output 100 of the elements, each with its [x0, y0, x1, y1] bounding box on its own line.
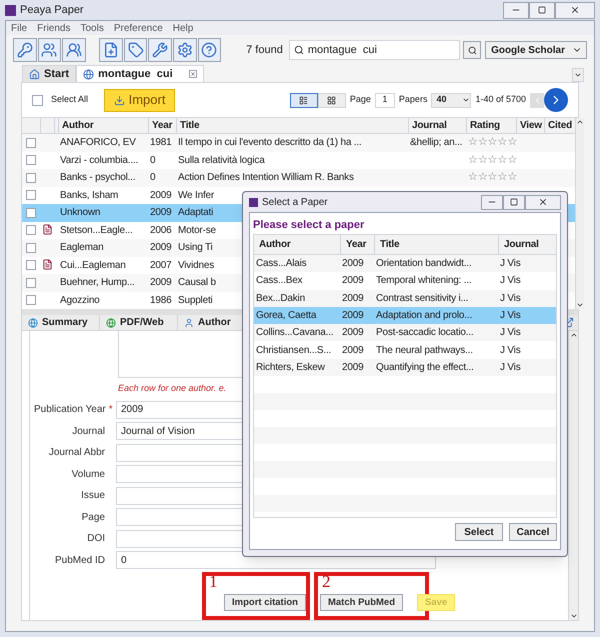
toolbar-button[interactable] [99, 38, 123, 62]
maximize-button[interactable] [503, 194, 525, 210]
table-row[interactable]: Richters, Eskew 2009 Quantifying the effect... J Vis [254, 358, 556, 376]
column-header[interactable]: Author [62, 118, 94, 133]
tab[interactable]: montague cui [76, 65, 204, 82]
checkbox[interactable] [26, 242, 36, 253]
field-label: Issue [81, 489, 105, 504]
table-row[interactable]: Banks - psychol... 0 Action Defines Intention William R. Banks ☆☆☆☆☆ [22, 169, 575, 186]
table-cell-text: 2009 [342, 360, 364, 375]
per-page-dropdown[interactable]: 40 [431, 92, 472, 108]
dialog-button[interactable]: Select [455, 523, 503, 541]
scrollbar[interactable] [575, 118, 584, 309]
engine-dropdown[interactable]: Google Scholar [485, 41, 588, 59]
table-cell-text: &hellip; an... [410, 136, 462, 150]
column-header[interactable]: Year [152, 118, 172, 133]
next-page-button[interactable] [544, 88, 568, 112]
close-button[interactable] [555, 2, 595, 18]
table-cell-text: Temporal whitening: ... [376, 274, 472, 288]
search-field[interactable]: montague cui [288, 40, 460, 60]
table-cell-text: Eagleman [60, 241, 104, 256]
star-icon[interactable]: ☆ [478, 137, 488, 148]
table-row[interactable]: Cass...Alais 2009 Orientation bandwidt... J Vis [254, 255, 556, 272]
table-cell-text: Orientation bandwidt... [376, 257, 472, 272]
menu-item[interactable]: Tools [80, 20, 104, 36]
star-icon[interactable]: ☆ [478, 172, 488, 184]
dialog-button[interactable]: Cancel [509, 523, 557, 541]
checkbox[interactable] [32, 94, 43, 106]
column-header[interactable]: Title [180, 118, 200, 133]
grid-view-button[interactable] [318, 92, 346, 108]
column-header[interactable]: Rating [470, 118, 500, 133]
toolbar-button[interactable] [38, 38, 62, 62]
close-button[interactable] [525, 194, 561, 210]
import-button[interactable]: Import [104, 88, 176, 112]
star-icon[interactable]: ☆ [488, 154, 498, 166]
checkbox[interactable] [26, 225, 36, 236]
checkbox[interactable] [26, 138, 36, 148]
scroll-up-icon[interactable] [576, 118, 584, 126]
select-all-label: Select All [51, 93, 88, 106]
toolbar-button[interactable] [13, 38, 37, 62]
menu-item[interactable]: Preference [114, 20, 163, 36]
column-header[interactable]: Journal [412, 118, 447, 133]
column-header[interactable]: Cited [548, 118, 572, 133]
table-row[interactable]: Bex...Dakin 2009 Contrast sensitivity i... J Vis [254, 290, 556, 307]
column-header[interactable]: Author [259, 237, 291, 252]
toolbar-button[interactable] [198, 38, 222, 62]
star-icon[interactable]: ☆ [468, 154, 478, 166]
maximize-button[interactable] [529, 2, 555, 18]
checkbox[interactable] [26, 208, 36, 218]
table-cell-text: J Vis [500, 274, 520, 288]
checkbox[interactable] [26, 295, 36, 306]
field-label: PubMed ID [54, 554, 105, 568]
field-label: Journal Abbr [48, 446, 105, 460]
menu-item[interactable]: Friends [37, 20, 70, 36]
checkbox[interactable] [26, 172, 36, 183]
star-icon[interactable]: ☆ [468, 137, 478, 148]
star-icon[interactable]: ☆ [507, 154, 518, 166]
table-row[interactable]: Gorea, Caetta 2009 Adaptation and prolo... J Vis [254, 306, 556, 324]
toolbar-button[interactable] [62, 38, 86, 62]
star-icon[interactable]: ☆ [488, 137, 498, 148]
scroll-down-icon[interactable] [570, 612, 578, 620]
checkbox[interactable] [26, 278, 36, 288]
close-icon [538, 197, 548, 207]
star-icon[interactable]: ☆ [468, 172, 478, 184]
star-icon[interactable]: ☆ [507, 172, 518, 184]
star-icon[interactable]: ☆ [497, 154, 508, 166]
table-row[interactable]: Collins...Cavana... 2009 Post-saccadic locatio... J Vis [254, 324, 556, 342]
toolbar-button[interactable] [124, 38, 148, 62]
tabs-menu-button[interactable] [572, 68, 584, 82]
page-field[interactable]: 1 [374, 92, 395, 108]
close-tab-icon[interactable] [188, 70, 197, 78]
action-button[interactable]: Match PubMed [320, 594, 404, 612]
key-icon [16, 42, 33, 58]
scrollbar[interactable] [568, 331, 578, 620]
search-button[interactable] [463, 41, 482, 59]
tab[interactable]: Start [22, 65, 76, 82]
scroll-up-icon[interactable] [570, 331, 578, 339]
table-cell-text: Il tempo in cui l'evento descritto da (1) ha ... [178, 136, 362, 150]
list-view-button[interactable] [290, 92, 318, 108]
checkbox[interactable] [26, 260, 36, 270]
checkbox[interactable] [26, 155, 36, 166]
column-header[interactable]: Year [346, 237, 366, 252]
checkbox[interactable] [26, 190, 36, 200]
app-logo-icon [249, 198, 258, 206]
menu-item[interactable]: Help [172, 20, 194, 36]
action-button[interactable]: Import citation [224, 594, 306, 612]
table-row[interactable]: ANAFORICO, EV 1981 Il tempo in cui l'evento descritto da (1) ha ... &hellip; an... ☆☆☆☆☆ [22, 134, 575, 152]
star-icon[interactable]: ☆ [478, 154, 488, 166]
star-icon[interactable]: ☆ [497, 172, 508, 184]
scroll-down-icon[interactable] [576, 301, 584, 309]
star-icon[interactable]: ☆ [488, 172, 498, 184]
menu-item[interactable]: File [11, 20, 28, 36]
table-cell-text: Varzi - columbia.... [60, 154, 138, 168]
toolbar-button[interactable] [148, 38, 172, 62]
column-header[interactable]: Title [380, 237, 400, 252]
column-header[interactable]: View [520, 118, 542, 133]
toolbar-button[interactable] [173, 38, 197, 62]
star-icon[interactable]: ☆ [507, 137, 518, 148]
column-header[interactable]: Journal [504, 237, 539, 252]
add-document-icon [103, 42, 120, 58]
star-icon[interactable]: ☆ [497, 137, 508, 148]
